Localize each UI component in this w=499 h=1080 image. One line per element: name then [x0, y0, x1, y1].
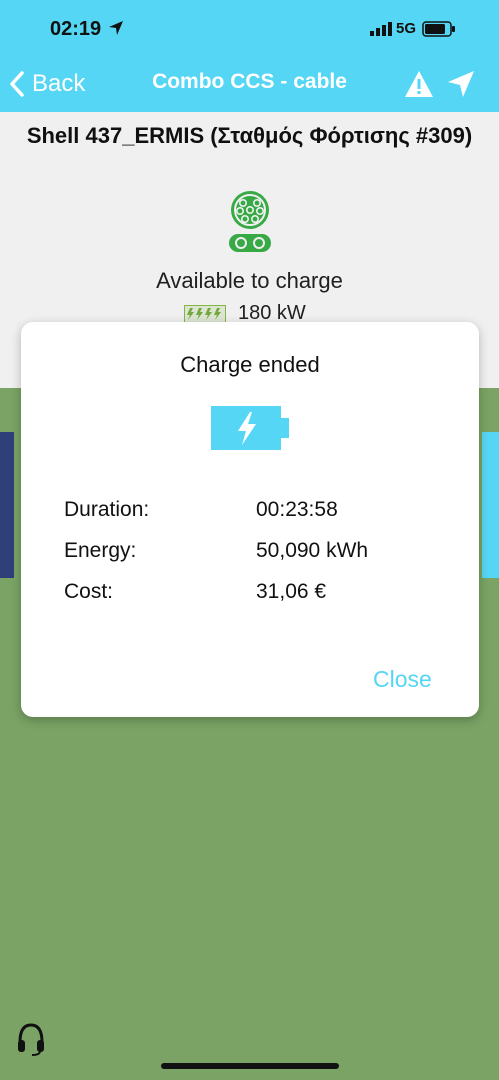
- energy-label: Energy:: [64, 539, 137, 562]
- duration-label: Duration:: [64, 498, 150, 521]
- location-arrow-icon: [109, 21, 123, 35]
- signal-icon: [370, 22, 392, 36]
- home-indicator: [161, 1063, 339, 1069]
- chevron-left-icon: [10, 71, 24, 97]
- network-type: 5G: [396, 20, 417, 37]
- charging-battery-icon: [211, 406, 289, 450]
- side-panel-right: [482, 432, 499, 578]
- status-bar: 02:19 5G: [0, 0, 499, 56]
- dialog-title: Charge ended: [180, 352, 320, 377]
- side-panel-left: [0, 432, 14, 578]
- energy-value: 50,090 kWh: [256, 539, 369, 562]
- headset-icon[interactable]: [16, 1022, 46, 1056]
- duration-value: 00:23:58: [256, 498, 338, 521]
- cost-label: Cost:: [64, 580, 114, 603]
- warning-icon[interactable]: [404, 70, 434, 98]
- status-time: 02:19: [50, 18, 102, 40]
- navigate-icon[interactable]: [447, 70, 475, 98]
- back-button[interactable]: Back: [8, 66, 85, 102]
- battery-icon: [422, 21, 455, 37]
- cost-value: 31,06 €: [256, 580, 327, 603]
- close-button[interactable]: Close: [373, 666, 432, 693]
- back-label: Back: [32, 70, 86, 97]
- nav-bar: Back Combo CCS - cable: [0, 56, 499, 112]
- charge-ended-dialog: Charge ended Duration: 00:23:58 Energy: …: [21, 322, 479, 717]
